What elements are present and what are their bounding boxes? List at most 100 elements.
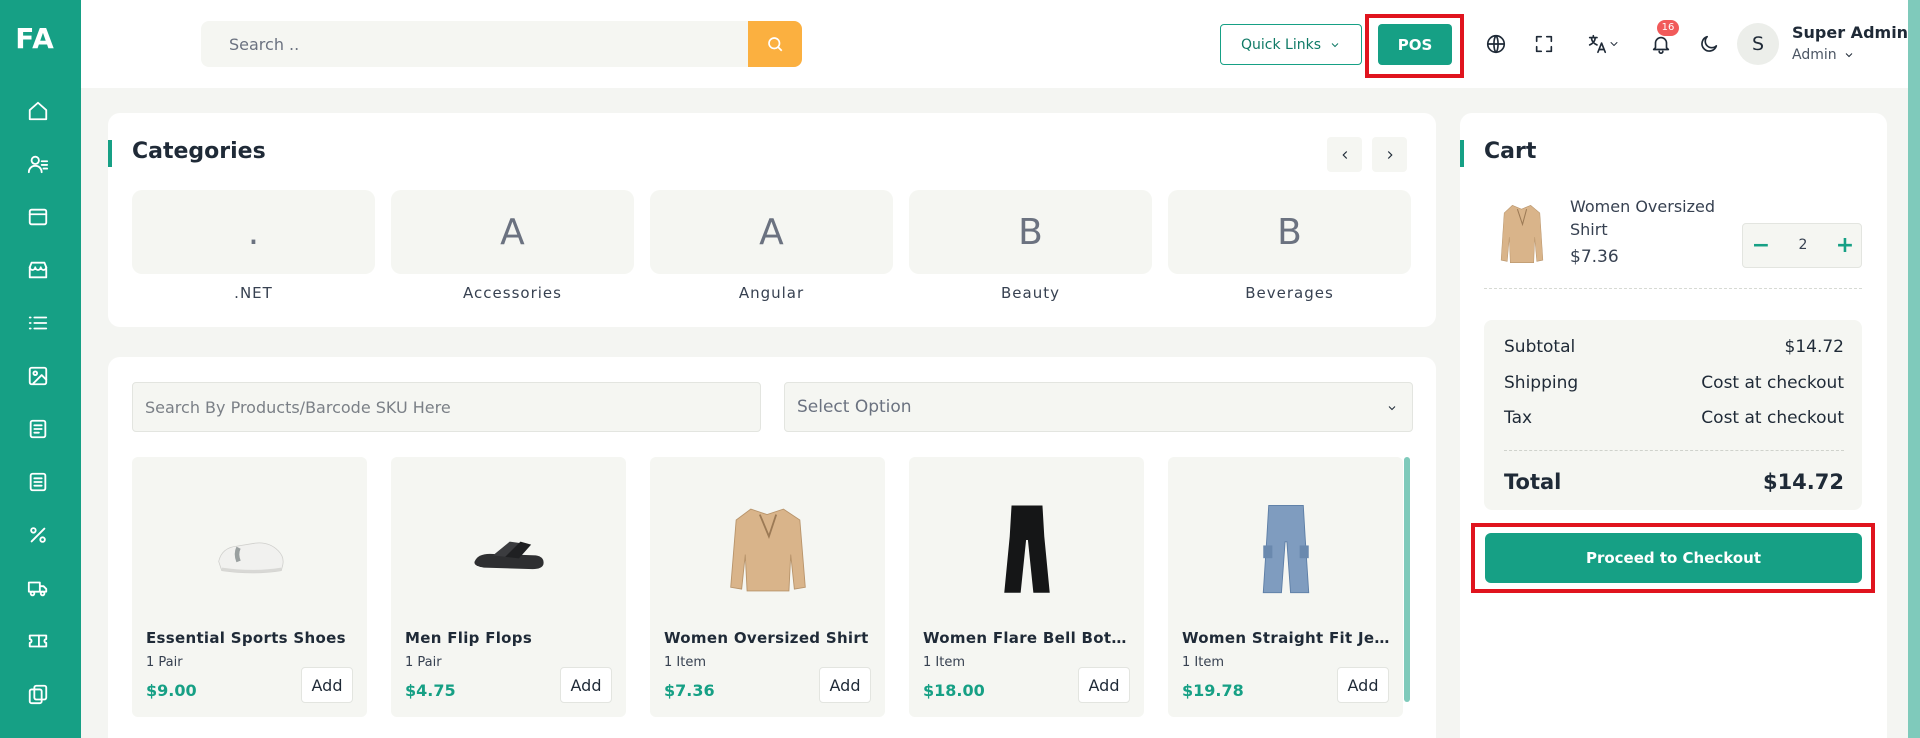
product-card[interactable]: Women Oversized Shirt 1 Item $7.36 Add xyxy=(650,457,885,717)
home-icon[interactable] xyxy=(24,97,52,125)
category-label: .NET xyxy=(234,284,273,302)
total-row: Total $14.72 xyxy=(1504,470,1844,494)
fullscreen-icon[interactable] xyxy=(1530,30,1558,58)
category-tile[interactable]: . xyxy=(132,190,375,274)
add-to-cart-button[interactable]: Add xyxy=(301,667,353,703)
product-unit: 1 Pair xyxy=(405,655,442,670)
shop-icon[interactable] xyxy=(24,256,52,284)
subtotal-value: $14.72 xyxy=(1784,337,1844,357)
product-name: Women Flare Bell Bottom… xyxy=(923,629,1133,647)
add-to-cart-button[interactable]: Add xyxy=(560,667,612,703)
chevron-down-icon xyxy=(1845,53,1852,58)
receipt-icon[interactable] xyxy=(24,468,52,496)
product-image xyxy=(454,495,564,605)
user-name: Super Admin xyxy=(1792,23,1909,42)
chevron-down-icon xyxy=(1388,406,1396,411)
cart-item-price: $7.36 xyxy=(1570,247,1619,267)
category-tile[interactable]: A xyxy=(391,190,634,274)
search-icon xyxy=(768,37,783,52)
add-to-cart-button[interactable]: Add xyxy=(1078,667,1130,703)
tax-value: Cost at checkout xyxy=(1701,408,1844,428)
product-price: $9.00 xyxy=(146,681,197,700)
cart-title: Cart xyxy=(1484,139,1537,164)
total-label: Total xyxy=(1504,470,1562,494)
proceed-to-checkout-button[interactable]: Proceed to Checkout xyxy=(1485,533,1862,583)
add-to-cart-button[interactable]: Add xyxy=(1337,667,1389,703)
category-tile[interactable]: B xyxy=(909,190,1152,274)
product-image xyxy=(1231,495,1341,605)
quantity-stepper: − 2 + xyxy=(1742,223,1862,268)
category-label: Angular xyxy=(738,284,805,302)
product-image xyxy=(972,495,1082,605)
product-card[interactable]: Women Straight Fit Jeans 1 Item $19.78 A… xyxy=(1168,457,1403,717)
product-image xyxy=(713,495,823,605)
search-button[interactable] xyxy=(748,21,802,67)
search-input[interactable] xyxy=(201,21,748,67)
increase-quantity-button[interactable]: + xyxy=(1827,224,1863,267)
chevron-down-icon xyxy=(1610,42,1618,46)
products-panel: Select Option Essential Sports Shoes 1 P… xyxy=(108,357,1436,738)
tax-row: Tax Cost at checkout xyxy=(1504,408,1844,428)
total-value: $14.72 xyxy=(1762,470,1844,494)
products-scrollbar[interactable] xyxy=(1404,457,1410,702)
categories-next-button[interactable] xyxy=(1372,137,1407,172)
percent-icon[interactable] xyxy=(24,521,52,549)
product-image xyxy=(195,495,305,605)
app-logo[interactable]: FA xyxy=(0,22,70,55)
product-price: $18.00 xyxy=(923,681,985,700)
language-icon[interactable] xyxy=(1578,30,1628,58)
pos-button[interactable]: POS xyxy=(1378,24,1452,65)
top-header xyxy=(81,0,1908,88)
product-name: Women Straight Fit Jeans xyxy=(1182,629,1392,647)
notification-badge: 16 xyxy=(1657,20,1679,36)
product-card[interactable]: Essential Sports Shoes 1 Pair $9.00 Add xyxy=(132,457,367,717)
product-price: $7.36 xyxy=(664,681,715,700)
moon-icon[interactable] xyxy=(1695,30,1723,58)
category-tile[interactable]: B xyxy=(1168,190,1411,274)
categories-panel: Categories . .NET A Accessories A Angula… xyxy=(108,113,1436,327)
shipping-value: Cost at checkout xyxy=(1701,373,1844,393)
user-role-dropdown[interactable]: Admin xyxy=(1792,47,1855,63)
document-icon[interactable] xyxy=(24,415,52,443)
globe-icon[interactable] xyxy=(1482,30,1510,58)
quick-links-button[interactable]: Quick Links xyxy=(1220,24,1362,65)
global-search xyxy=(201,21,802,67)
quick-links-label: Quick Links xyxy=(1240,36,1321,53)
store-icon[interactable] xyxy=(24,203,52,231)
subtotal-row: Subtotal $14.72 xyxy=(1504,337,1844,357)
chevron-down-icon xyxy=(1331,42,1339,47)
categories-title: Categories xyxy=(132,139,266,164)
section-accent xyxy=(1460,140,1464,167)
sidebar: FA xyxy=(0,0,81,738)
ticket-icon[interactable] xyxy=(24,627,52,655)
product-card[interactable]: Men Flip Flops 1 Pair $4.75 Add xyxy=(391,457,626,717)
product-unit: 1 Pair xyxy=(146,655,183,670)
users-icon[interactable] xyxy=(24,150,52,178)
category-label: Beverages xyxy=(1245,284,1334,302)
product-search-input[interactable] xyxy=(132,382,761,432)
decrease-quantity-button[interactable]: − xyxy=(1743,224,1779,267)
product-name: Men Flip Flops xyxy=(405,629,533,647)
avatar[interactable]: S xyxy=(1737,23,1779,65)
divider xyxy=(1484,288,1862,289)
divider xyxy=(1504,450,1844,451)
list-icon[interactable] xyxy=(24,309,52,337)
categories-prev-button[interactable] xyxy=(1327,137,1362,172)
category-label: Beauty xyxy=(1001,284,1060,302)
add-to-cart-button[interactable]: Add xyxy=(819,667,871,703)
product-unit: 1 Item xyxy=(1182,655,1224,670)
category-select[interactable]: Select Option xyxy=(784,382,1413,432)
quantity-value[interactable]: 2 xyxy=(1779,224,1827,267)
order-summary: Subtotal $14.72 Shipping Cost at checkou… xyxy=(1484,320,1862,510)
copy-icon[interactable] xyxy=(24,680,52,708)
shipping-label: Shipping xyxy=(1504,373,1579,393)
category-tile[interactable]: A xyxy=(650,190,893,274)
product-price: $19.78 xyxy=(1182,681,1244,700)
page-scrollbar[interactable] xyxy=(1908,0,1920,738)
user-role-label: Admin xyxy=(1792,47,1837,63)
truck-icon[interactable] xyxy=(24,574,52,602)
product-card[interactable]: Women Flare Bell Bottom… 1 Item $18.00 A… xyxy=(909,457,1144,717)
shipping-row: Shipping Cost at checkout xyxy=(1504,373,1844,393)
cart-item-image xyxy=(1494,199,1550,269)
image-icon[interactable] xyxy=(24,362,52,390)
